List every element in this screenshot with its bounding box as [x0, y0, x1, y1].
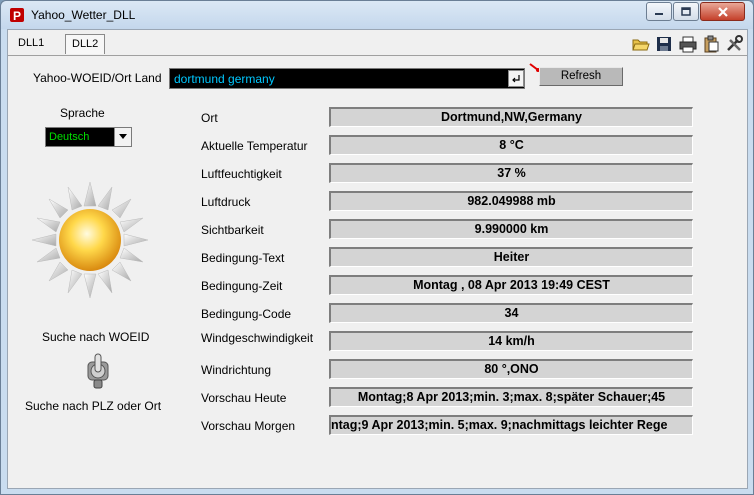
sun-weather-icon	[31, 181, 149, 299]
label-bedingung-code: Bedingung-Code	[201, 307, 292, 321]
close-button[interactable]	[700, 2, 745, 21]
app-window: P Yahoo_Wetter_DLL DLL1 DLL2 Yahoo-WOEID…	[0, 0, 754, 495]
woeid-search-input[interactable]	[169, 68, 525, 89]
tools-icon[interactable]	[725, 35, 743, 53]
maximize-icon	[681, 6, 691, 16]
value-ort: Dortmund,NW,Germany	[329, 107, 693, 127]
value-bedingung-code: 34	[329, 303, 693, 323]
language-selected-value: Deutsch	[49, 131, 90, 143]
label-temperatur: Aktuelle Temperatur	[201, 139, 308, 153]
label-windgeschwindigkeit: Windgeschwindigkeit	[201, 331, 314, 345]
value-luftdruck: 982.049988 mb	[329, 191, 693, 211]
label-ort: Ort	[201, 111, 218, 125]
title-bar[interactable]: P Yahoo_Wetter_DLL	[1, 1, 753, 29]
label-vorschau-heute: Vorschau Heute	[201, 391, 287, 405]
woeid-label: Yahoo-WOEID/Ort Land	[33, 71, 162, 85]
red-p-app-icon: P	[10, 8, 24, 23]
minimize-icon	[655, 12, 663, 15]
svg-text:P: P	[13, 9, 21, 23]
enter-button[interactable]	[508, 70, 524, 87]
tab-bar: DLL1 DLL2	[8, 30, 747, 56]
toggle-switch[interactable]	[85, 352, 111, 390]
value-bedingung-zeit: Montag , 08 Apr 2013 19:49 CEST	[329, 275, 693, 295]
value-temperatur: 8 °C	[329, 135, 693, 155]
woeid-mode-label: Suche nach WOEID	[42, 330, 150, 344]
refresh-button[interactable]: Refresh	[539, 67, 623, 86]
dropdown-arrow[interactable]	[114, 128, 131, 146]
value-sichtbarkeit: 9.990000 km	[329, 219, 693, 239]
close-icon	[717, 6, 728, 17]
clipboard-icon[interactable]	[702, 35, 720, 53]
open-folder-icon[interactable]	[632, 35, 650, 53]
plz-mode-label: Suche nach PLZ oder Ort	[25, 399, 162, 413]
enter-arrow-icon	[512, 74, 520, 82]
value-vorschau-heute: Montag;8 Apr 2013;min. 3;max. 8;später S…	[329, 387, 693, 407]
value-windrichtung: 80 °,ONO	[329, 359, 693, 379]
save-icon[interactable]	[655, 35, 673, 53]
print-icon[interactable]	[679, 35, 697, 53]
label-windrichtung: Windrichtung	[201, 363, 272, 377]
chevron-down-icon	[119, 134, 127, 139]
label-luftfeuchtigkeit: Luftfeuchtigkeit	[201, 167, 282, 181]
label-luftdruck: Luftdruck	[201, 195, 251, 209]
label-bedingung-text: Bedingung-Text	[201, 251, 285, 265]
label-sichtbarkeit: Sichtbarkeit	[201, 223, 264, 237]
value-windgeschwindigkeit: 14 km/h	[329, 331, 693, 351]
language-select[interactable]: Deutsch	[45, 127, 132, 147]
maximize-button[interactable]	[673, 2, 699, 21]
language-label: Sprache	[60, 106, 105, 120]
value-vorschau-morgen: ntag;9 Apr 2013;min. 5;max. 9;nachmittag…	[329, 415, 693, 435]
minimize-button[interactable]	[646, 2, 672, 21]
label-bedingung-zeit: Bedingung-Zeit	[201, 279, 283, 293]
label-vorschau-morgen: Vorschau Morgen	[201, 419, 296, 433]
window-title: Yahoo_Wetter_DLL	[31, 8, 136, 22]
tab-dll1[interactable]: DLL1	[12, 34, 50, 54]
value-luftfeuchtigkeit: 37 %	[329, 163, 693, 183]
value-bedingung-text: Heiter	[329, 247, 693, 267]
tab-dll2[interactable]: DLL2	[65, 34, 106, 54]
client-area: DLL1 DLL2 Yahoo-WOEID/Ort Land dortmund …	[7, 29, 748, 489]
